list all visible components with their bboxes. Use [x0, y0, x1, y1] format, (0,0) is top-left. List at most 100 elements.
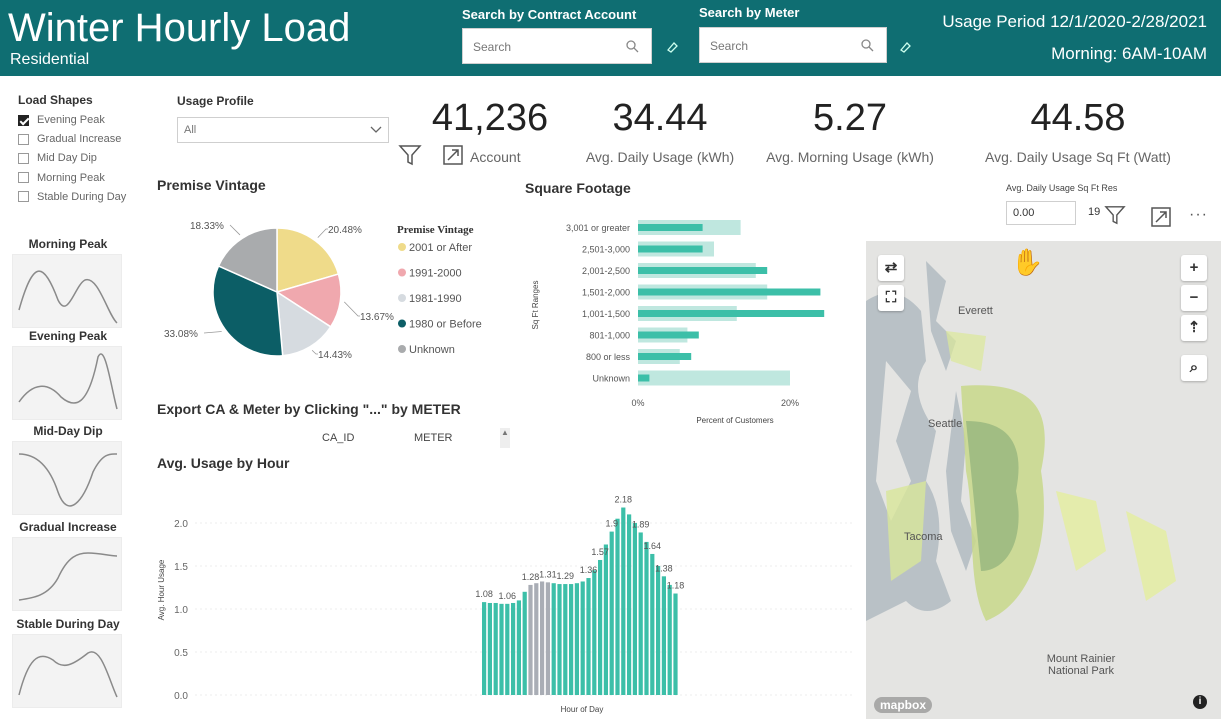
hour-bar[interactable] — [661, 576, 666, 695]
hour-bar[interactable] — [487, 602, 492, 695]
hour-bar[interactable] — [499, 603, 504, 695]
eraser-icon[interactable] — [898, 40, 912, 54]
hour-bar[interactable] — [656, 566, 661, 695]
shape-card-thumbnail[interactable] — [12, 346, 122, 420]
checkbox[interactable] — [18, 172, 29, 184]
sqft-bar[interactable] — [638, 310, 825, 317]
page-subtitle: Residential — [10, 51, 90, 68]
load-shape-option[interactable]: Morning Peak — [18, 172, 105, 184]
sqft-bar[interactable] — [638, 245, 703, 253]
sqft-bar[interactable] — [638, 353, 692, 360]
sqft-bar[interactable] — [638, 224, 703, 231]
sqft-bar[interactable] — [638, 288, 821, 296]
hour-data-label: 1.31 — [539, 569, 557, 579]
hour-bar[interactable] — [551, 583, 556, 695]
export-col-meter[interactable]: METER — [414, 432, 453, 444]
zoom-in-button[interactable]: + — [1181, 255, 1207, 281]
mapbox-attribution-logo[interactable]: mapbox — [874, 697, 933, 713]
hour-data-label: 1.9 — [605, 519, 618, 529]
checkbox[interactable] — [18, 114, 29, 126]
hour-bar[interactable] — [516, 600, 521, 695]
hour-bar[interactable] — [650, 553, 655, 695]
hour-bar[interactable] — [638, 532, 643, 695]
sqft-bar[interactable] — [638, 331, 699, 339]
pie-legend-item[interactable]: 1981-1990 — [409, 293, 462, 305]
eraser-icon[interactable] — [665, 40, 679, 54]
hour-bar[interactable] — [574, 583, 579, 695]
info-icon[interactable]: i — [1193, 695, 1207, 709]
pie-legend-item[interactable]: Unknown — [409, 344, 455, 356]
hour-bar[interactable] — [621, 507, 626, 695]
filter-icon[interactable] — [1104, 204, 1126, 226]
checkbox[interactable] — [18, 152, 29, 164]
scroll-up-arrow[interactable]: ▲ — [500, 428, 510, 448]
hour-bar[interactable] — [673, 593, 678, 695]
hour-bar[interactable] — [534, 583, 539, 695]
hour-bar[interactable] — [615, 518, 620, 695]
hour-bar[interactable] — [569, 584, 574, 695]
sqft-category-label: 801-1,000 — [589, 331, 630, 341]
search-meter-placeholder: Search — [710, 39, 749, 53]
hour-bar[interactable] — [632, 523, 637, 695]
search-meter-input[interactable]: Search — [699, 27, 887, 63]
hour-bar[interactable] — [563, 584, 568, 695]
checkbox[interactable] — [18, 191, 29, 203]
hour-bar[interactable] — [603, 544, 608, 696]
hour-bar[interactable] — [586, 578, 591, 695]
map-view[interactable]: ⇄ ⛶ + − ⇡ ⌕ ✋ Everett Seattle Tacoma Mou… — [866, 241, 1221, 719]
sqft-filter-max-value[interactable]: 19 — [1088, 206, 1100, 218]
hour-bar[interactable] — [540, 581, 545, 695]
hour-bar[interactable] — [592, 570, 597, 695]
sqft-bar[interactable] — [638, 267, 768, 274]
kpi-morning-usage-value: 5.27 — [813, 97, 887, 139]
sqft-filter-min-input[interactable]: 0.00 — [1006, 201, 1076, 225]
hour-bar[interactable] — [482, 602, 487, 695]
export-col-ca-id[interactable]: CA_ID — [322, 432, 354, 444]
load-shape-option[interactable]: Evening Peak — [18, 114, 105, 126]
filter-icon[interactable] — [398, 143, 422, 167]
square-footage-bar-chart: 3,001 or greater 2,501-3,000 2,001-2,500 1,… — [531, 220, 825, 425]
usage-profile-dropdown[interactable]: All — [177, 117, 389, 143]
map-layer-button[interactable]: ⇄ — [878, 255, 904, 281]
hour-bar[interactable] — [522, 591, 527, 695]
hour-bar[interactable] — [580, 581, 585, 695]
hour-bar[interactable] — [545, 582, 550, 695]
sqft-category-label: 2,501-3,000 — [582, 245, 630, 255]
hour-bar[interactable] — [493, 602, 498, 695]
pie-data-label: 13.67% — [360, 312, 394, 323]
focus-mode-icon[interactable] — [1150, 206, 1172, 228]
shape-card-thumbnail[interactable] — [12, 441, 122, 515]
hour-bar[interactable] — [511, 602, 516, 695]
search-icon — [626, 40, 639, 53]
sqft-category-label: 1,001-1,500 — [582, 309, 630, 319]
map-fullscreen-button[interactable]: ⛶ — [878, 285, 904, 311]
load-shape-option[interactable]: Mid Day Dip — [18, 152, 97, 164]
map-label-everett: Everett — [958, 305, 993, 317]
load-shape-option[interactable]: Gradual Increase — [18, 133, 121, 145]
pie-legend-item[interactable]: 1980 or Before — [409, 319, 482, 331]
checkbox[interactable] — [18, 133, 29, 145]
pan-hand-icon[interactable]: ✋ — [1011, 247, 1043, 278]
pie-legend-item[interactable]: 2001 or After — [409, 242, 472, 254]
shape-card-thumbnail[interactable] — [12, 537, 122, 611]
sqft-bar-light[interactable] — [638, 370, 790, 386]
zoom-out-button[interactable]: − — [1181, 285, 1207, 311]
pie-legend-item[interactable]: 1991-2000 — [409, 268, 462, 280]
sqft-bar[interactable] — [638, 374, 650, 382]
compass-button[interactable]: ⇡ — [1181, 315, 1207, 341]
hour-bar[interactable] — [609, 531, 614, 695]
hour-bar[interactable] — [557, 584, 562, 695]
search-ca-input[interactable]: Search — [462, 28, 652, 64]
hour-bar[interactable] — [627, 514, 632, 695]
hour-bar[interactable] — [505, 603, 510, 695]
map-search-button[interactable]: ⌕ — [1181, 355, 1207, 381]
focus-mode-icon[interactable] — [442, 144, 464, 166]
hour-bar[interactable] — [528, 584, 533, 695]
hour-bar[interactable] — [644, 541, 649, 695]
load-shape-option[interactable]: Stable During Day — [18, 191, 126, 203]
hour-bar[interactable] — [667, 584, 672, 695]
more-options-icon[interactable]: ··· — [1189, 206, 1208, 224]
shape-card-thumbnail[interactable] — [12, 254, 122, 328]
shape-card-thumbnail[interactable] — [12, 634, 122, 708]
hour-bar[interactable] — [598, 559, 603, 695]
